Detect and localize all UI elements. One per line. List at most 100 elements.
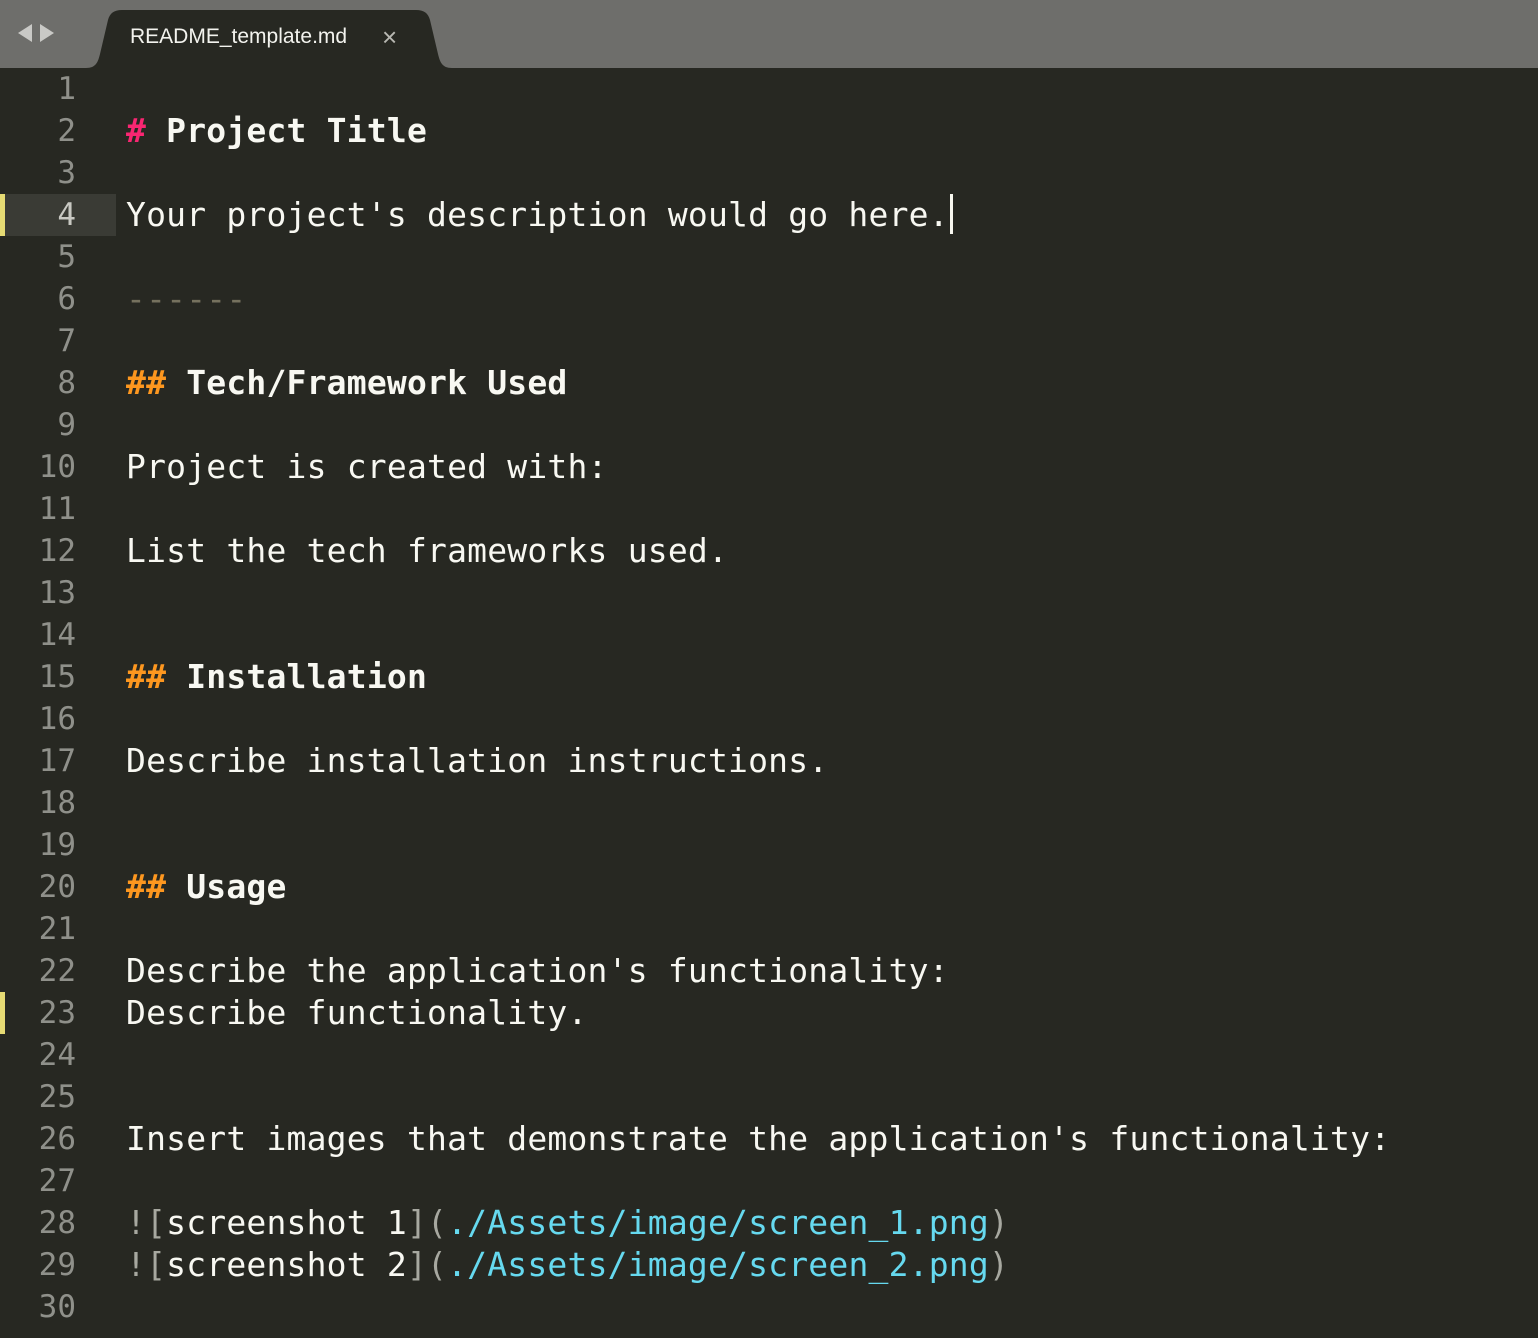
line-number: 3 xyxy=(57,155,76,191)
line-number: 18 xyxy=(38,785,76,821)
editor-line: 11 xyxy=(0,488,1538,530)
code-text: Your project's description would go here… xyxy=(126,194,953,236)
editor-line: 12 List the tech frameworks used. xyxy=(0,530,1538,572)
arrow-right-icon[interactable] xyxy=(40,24,54,42)
line-number: 22 xyxy=(38,953,76,989)
heading-text: Project Title xyxy=(146,111,428,150)
close-icon[interactable]: × xyxy=(382,22,397,53)
line-number: 29 xyxy=(38,1247,76,1283)
line-number: 20 xyxy=(38,869,76,905)
editor-line: 2 # Project Title xyxy=(0,110,1538,152)
image-url: ./Assets/image/screen_1.png xyxy=(447,1203,989,1242)
editor-line: 24 xyxy=(0,1034,1538,1076)
line-number: 6 xyxy=(57,281,76,317)
image-url: ./Assets/image/screen_2.png xyxy=(447,1245,989,1284)
line-number: 23 xyxy=(38,995,76,1031)
editor-line-current: 4 Your project's description would go he… xyxy=(0,194,1538,236)
editor-line: 19 xyxy=(0,824,1538,866)
heading-marker: ## xyxy=(126,657,167,696)
editor[interactable]: 1 2 # Project Title 3 4 Your project's d… xyxy=(0,68,1538,1338)
line-number: 11 xyxy=(38,491,76,527)
line-number: 25 xyxy=(38,1079,76,1115)
editor-line: 30 xyxy=(0,1286,1538,1328)
horizontal-rule: ------ xyxy=(126,279,247,318)
code-text: List the tech frameworks used. xyxy=(126,531,729,570)
editor-line: 15 ## Installation xyxy=(0,656,1538,698)
line-number: 5 xyxy=(57,239,76,275)
editor-line: 7 xyxy=(0,320,1538,362)
line-number: 7 xyxy=(57,323,76,359)
editor-line: 1 xyxy=(0,68,1538,110)
editor-line: 28 ![screenshot 1](./Assets/image/screen… xyxy=(0,1202,1538,1244)
line-number: 28 xyxy=(38,1205,76,1241)
image-link-close: ) xyxy=(988,1245,1009,1284)
code-text: Describe installation instructions. xyxy=(126,741,829,780)
tab-readme[interactable]: README_template.md × xyxy=(86,10,452,68)
description-text: Your project's description would go here… xyxy=(126,195,949,234)
line-number: 2 xyxy=(57,113,76,149)
editor-line: 27 xyxy=(0,1160,1538,1202)
line-number: 17 xyxy=(38,743,76,779)
heading-marker: ## xyxy=(126,363,167,402)
editor-line: 23 Describe functionality. xyxy=(0,992,1538,1034)
line-number: 12 xyxy=(38,533,76,569)
tab-navigation xyxy=(18,24,54,42)
code-text: Insert images that demonstrate the appli… xyxy=(126,1119,1391,1158)
line-number: 10 xyxy=(38,449,76,485)
heading-marker: # xyxy=(126,111,147,150)
line-number: 21 xyxy=(38,911,76,947)
editor-line: 16 xyxy=(0,698,1538,740)
editor-line: 10 Project is created with: xyxy=(0,446,1538,488)
line-number: 14 xyxy=(38,617,76,653)
line-number: 9 xyxy=(57,407,76,443)
code-text: Project is created with: xyxy=(126,447,608,486)
image-link-open: ![ xyxy=(126,1203,167,1242)
line-number: 15 xyxy=(38,659,76,695)
image-link-mid: ]( xyxy=(406,1245,448,1284)
arrow-left-icon[interactable] xyxy=(18,24,32,42)
heading-text: Tech/Framework Used xyxy=(166,363,568,402)
image-link-open: ![ xyxy=(126,1245,167,1284)
image-alt-text: screenshot 2 xyxy=(166,1245,407,1284)
editor-line: 22 Describe the application's functional… xyxy=(0,950,1538,992)
line-number: 30 xyxy=(38,1289,76,1325)
editor-line: 25 xyxy=(0,1076,1538,1118)
editor-line: 6 ------ xyxy=(0,278,1538,320)
heading-2: ## Installation xyxy=(126,656,427,698)
line-number: 19 xyxy=(38,827,76,863)
editor-line: 3 xyxy=(0,152,1538,194)
text-cursor xyxy=(949,194,953,234)
tab-bar: README_template.md × xyxy=(0,0,1538,68)
image-link: ![screenshot 2](./Assets/image/screen_2.… xyxy=(126,1244,1009,1286)
heading-2: ## Usage xyxy=(126,866,287,908)
heading-marker: ## xyxy=(126,867,167,906)
line-number: 26 xyxy=(38,1121,76,1157)
line-number: 16 xyxy=(38,701,76,737)
image-alt-text: screenshot 1 xyxy=(166,1203,407,1242)
editor-line: 8 ## Tech/Framework Used xyxy=(0,362,1538,404)
editor-line: 26 Insert images that demonstrate the ap… xyxy=(0,1118,1538,1160)
image-link-close: ) xyxy=(988,1203,1009,1242)
image-link: ![screenshot 1](./Assets/image/screen_1.… xyxy=(126,1202,1009,1244)
line-number: 13 xyxy=(38,575,76,611)
editor-line: 5 xyxy=(0,236,1538,278)
editor-line: 18 xyxy=(0,782,1538,824)
code-text: Describe the application's functionality… xyxy=(126,951,949,990)
editor-line: 13 xyxy=(0,572,1538,614)
image-link-mid: ]( xyxy=(406,1203,448,1242)
line-number: 27 xyxy=(38,1163,76,1199)
line-number: 24 xyxy=(38,1037,76,1073)
line-number: 8 xyxy=(57,365,76,401)
line-number: 4 xyxy=(57,197,76,233)
heading-text: Usage xyxy=(166,867,287,906)
tab-filename: README_template.md xyxy=(130,25,348,48)
editor-line: 9 xyxy=(0,404,1538,446)
editor-line: 14 xyxy=(0,614,1538,656)
heading-2: ## Tech/Framework Used xyxy=(126,362,568,404)
line-number: 1 xyxy=(57,71,76,107)
editor-line: 17 Describe installation instructions. xyxy=(0,740,1538,782)
heading-text: Installation xyxy=(166,657,428,696)
heading-1: # Project Title xyxy=(126,110,427,152)
editor-line: 29 ![screenshot 2](./Assets/image/screen… xyxy=(0,1244,1538,1286)
editor-line: 21 xyxy=(0,908,1538,950)
